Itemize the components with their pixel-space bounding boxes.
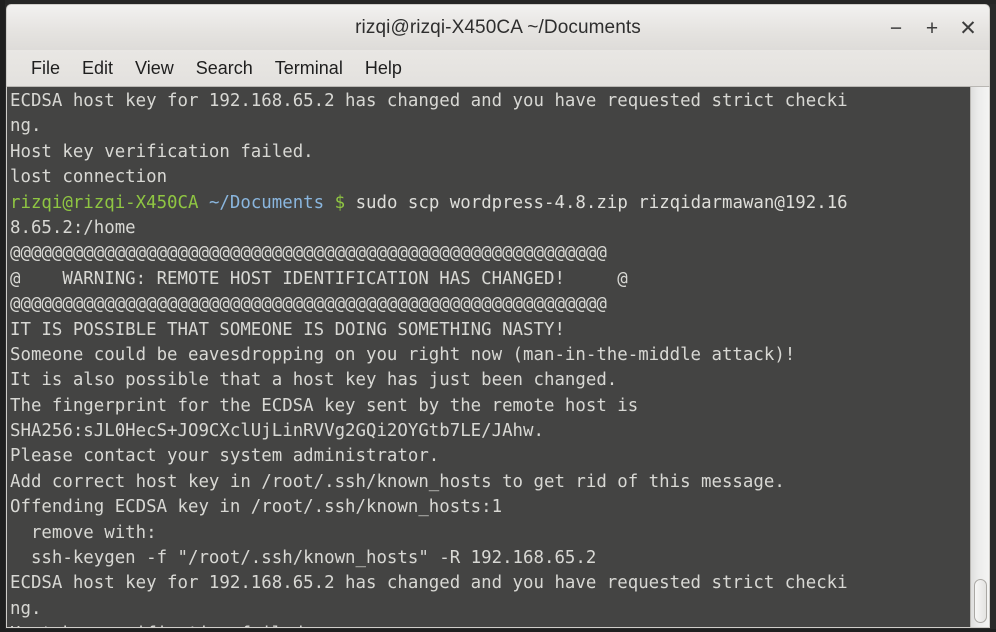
terminal-output-line: Add correct host key in /root/.ssh/known… (10, 471, 785, 492)
title-bar[interactable]: rizqi@rizqi-X450CA ~/Documents − + ✕ (6, 4, 990, 50)
prompt-path: ~/Documents (208, 192, 325, 213)
terminal-output-line: @@@@@@@@@@@@@@@@@@@@@@@@@@@@@@@@@@@@@@@@… (10, 294, 607, 315)
close-icon[interactable]: ✕ (959, 18, 977, 39)
terminal-output-line: IT IS POSSIBLE THAT SOMEONE IS DOING SOM… (10, 319, 565, 340)
menu-item-search[interactable]: Search (185, 55, 264, 82)
terminal-output-line: remove with: (10, 522, 157, 543)
terminal-output-line: @@@@@@@@@@@@@@@@@@@@@@@@@@@@@@@@@@@@@@@@… (10, 243, 607, 264)
terminal-output-line: ECDSA host key for 192.168.65.2 has chan… (10, 91, 848, 111)
terminal-output-line: Host key verification failed. (10, 622, 970, 627)
menu-item-terminal[interactable]: Terminal (264, 55, 354, 82)
maximize-icon[interactable]: + (923, 18, 941, 39)
menu-item-help[interactable]: Help (354, 55, 413, 82)
terminal-output-line: ng. (10, 116, 42, 137)
window-title: rizqi@rizqi-X450CA ~/Documents (355, 16, 641, 38)
terminal-output-line: SHA256:sJL0HecS+JO9CXclUjLinRVVg2GQi2OYG… (10, 421, 544, 442)
terminal-output-line: Someone could be eavesdropping on you ri… (10, 344, 796, 365)
terminal-output-line: 8.65.2:/home (10, 217, 136, 238)
terminal-output[interactable]: ECDSA host key for 192.168.65.2 has chan… (7, 87, 970, 627)
window-frame-top (0, 0, 996, 4)
prompt-symbol: $ (334, 192, 346, 213)
terminal-output-line: ng. (10, 598, 42, 619)
minimize-icon[interactable]: − (887, 18, 905, 39)
menu-item-view[interactable]: View (124, 55, 185, 82)
terminal-scrollbar[interactable] (970, 87, 989, 627)
prompt-command: sudo scp wordpress-4.8.zip rizqidarmawan… (345, 192, 848, 213)
menu-item-file[interactable]: File (20, 55, 71, 82)
terminal-area: ECDSA host key for 192.168.65.2 has chan… (6, 87, 990, 628)
menu-item-edit[interactable]: Edit (71, 55, 124, 82)
terminal-window: rizqi@rizqi-X450CA ~/Documents − + ✕ Fil… (0, 0, 996, 632)
menu-bar: File Edit View Search Terminal Help (6, 50, 990, 87)
terminal-prompt-line: rizqi@rizqi-X450CA ~/Documents $ sudo sc… (10, 191, 970, 216)
scrollbar-thumb[interactable] (974, 579, 987, 623)
terminal-output-line: ssh-keygen -f "/root/.ssh/known_hosts" -… (10, 548, 597, 569)
terminal-output-line: Please contact your system administrator… (10, 446, 440, 467)
terminal-output-line: Host key verification failed. (10, 141, 314, 162)
window-controls: − + ✕ (887, 5, 977, 51)
terminal-output-line: It is also possible that a host key has … (10, 370, 618, 391)
window-frame-left (0, 0, 5, 632)
terminal-output-line: The fingerprint for the ECDSA key sent b… (10, 395, 639, 416)
terminal-output-line: @ WARNING: REMOTE HOST IDENTIFICATION HA… (10, 268, 628, 289)
terminal-output-line: lost connection (10, 167, 168, 188)
prompt-user-host: rizqi@rizqi-X450CA (10, 192, 199, 213)
terminal-output-line: ECDSA host key for 192.168.65.2 has chan… (10, 573, 848, 594)
terminal-output-line: Offending ECDSA key in /root/.ssh/known_… (10, 497, 503, 518)
